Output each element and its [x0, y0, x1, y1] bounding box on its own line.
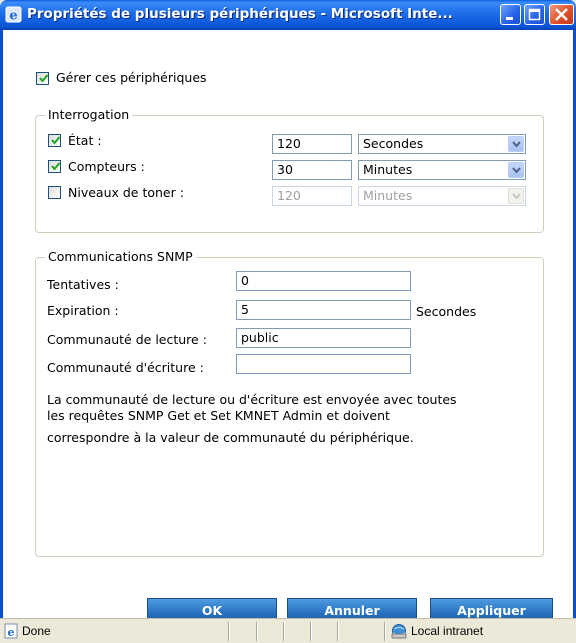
toner-unit-select: Minutes — [358, 186, 526, 206]
status-divider — [283, 622, 285, 641]
status-divider — [310, 622, 312, 641]
timeout-unit-label: Secondes — [416, 304, 477, 319]
toner-interval-input: 120 — [272, 186, 352, 206]
window-title: Propriétés de plusieurs périphériques - … — [27, 6, 453, 22]
counters-unit-value: Minutes — [363, 162, 413, 177]
status-divider — [228, 622, 230, 641]
write-community-input[interactable] — [236, 354, 411, 374]
manage-label: Gérer ces périphériques — [56, 70, 207, 85]
snmp-note-line2: les requêtes SNMP Get et Set KMNET Admin… — [47, 408, 390, 423]
toner-unit-value: Minutes — [363, 188, 413, 203]
write-community-label: Communauté d'écriture : — [47, 360, 204, 375]
checkmark-icon — [39, 74, 49, 83]
state-interval-input[interactable]: 120 — [272, 134, 352, 154]
status-divider — [337, 622, 339, 641]
counters-checkbox[interactable] — [48, 160, 61, 173]
close-icon — [555, 8, 568, 21]
dropdown-button[interactable] — [508, 162, 524, 178]
chevron-down-icon — [512, 193, 521, 200]
retries-label: Tentatives : — [47, 277, 119, 292]
manage-checkbox[interactable] — [36, 72, 49, 85]
minimize-icon — [506, 17, 513, 20]
dropdown-button[interactable] — [508, 136, 524, 152]
timeout-input[interactable]: 5 — [236, 300, 411, 320]
snmp-legend: Communications SNMP — [45, 249, 196, 264]
timeout-label: Expiration : — [47, 303, 119, 318]
status-divider — [256, 622, 258, 641]
maximize-button[interactable] — [524, 4, 545, 25]
toner-label: Niveaux de toner : — [68, 185, 184, 200]
read-community-input[interactable]: public — [236, 328, 411, 348]
checkmark-icon — [51, 136, 61, 145]
chevron-down-icon — [512, 167, 521, 174]
minimize-button[interactable] — [500, 4, 521, 25]
state-unit-select[interactable]: Secondes — [358, 134, 526, 154]
local-intranet-icon — [391, 624, 407, 639]
status-text: Done — [22, 624, 51, 638]
checkmark-icon — [51, 162, 61, 171]
polling-legend: Interrogation — [45, 107, 133, 122]
close-button[interactable] — [549, 4, 574, 25]
security-zone-label: Local intranet — [411, 624, 484, 638]
state-unit-value: Secondes — [363, 136, 424, 151]
maximize-icon — [528, 8, 541, 21]
svg-text:e: e — [9, 9, 17, 24]
counters-interval-input[interactable]: 30 — [272, 160, 352, 180]
title-bar[interactable]: e Propriétés de plusieurs périphériques … — [0, 0, 576, 30]
toner-checkbox[interactable] — [48, 186, 61, 199]
counters-label: Compteurs : — [68, 159, 145, 174]
retries-input[interactable]: 0 — [236, 271, 411, 291]
svg-text:e: e — [8, 626, 15, 639]
status-bar: e Done Local intranet — [0, 618, 576, 643]
read-community-label: Communauté de lecture : — [47, 332, 207, 347]
snmp-note-line3: correspondre à la valeur de communauté d… — [47, 430, 414, 445]
ie-icon: e — [5, 6, 22, 23]
chevron-down-icon — [512, 141, 521, 148]
counters-unit-select[interactable]: Minutes — [358, 160, 526, 180]
state-checkbox[interactable] — [48, 134, 61, 147]
state-label: État : — [68, 133, 102, 148]
dialog-content: Gérer ces périphériques Interrogation Ét… — [3, 30, 573, 623]
snmp-note-line1: La communauté de lecture ou d'écriture e… — [47, 392, 457, 407]
page-icon: e — [4, 623, 18, 639]
dropdown-button — [508, 188, 524, 204]
status-divider — [384, 622, 386, 641]
